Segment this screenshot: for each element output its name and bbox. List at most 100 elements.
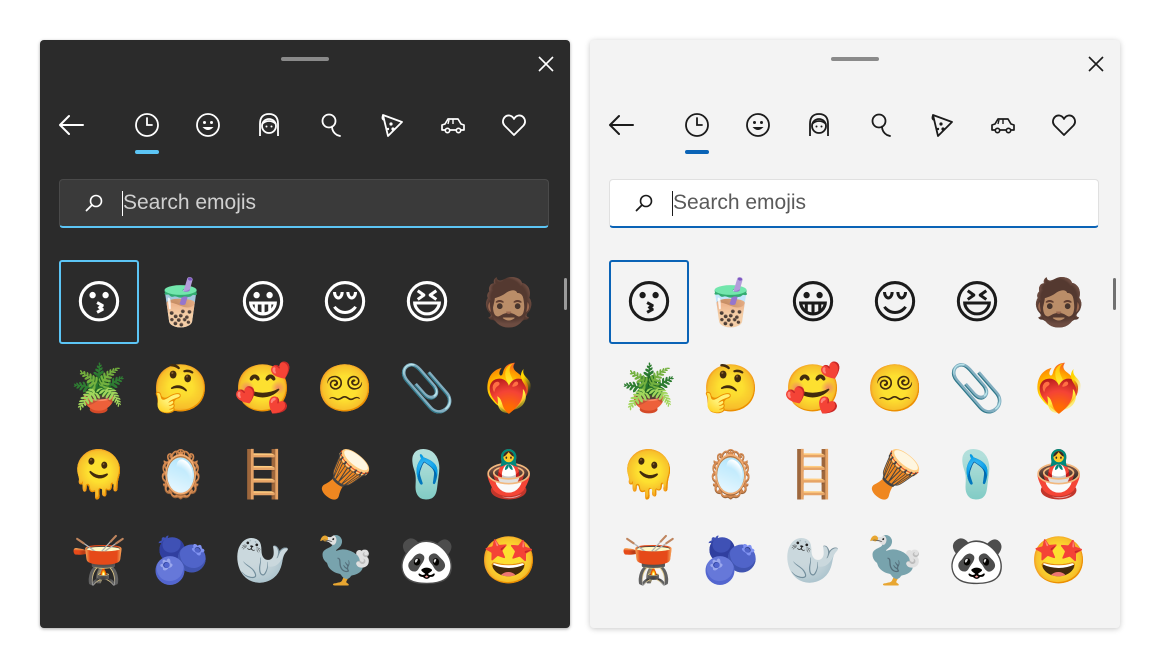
tab-food[interactable] (925, 108, 959, 142)
tab-activities[interactable] (864, 108, 898, 142)
back-button[interactable] (604, 108, 638, 142)
emoji-cell[interactable]: 🪜 (773, 432, 853, 516)
travel-car-icon (991, 118, 1015, 134)
emoji-cell[interactable]: 🦭 (773, 518, 853, 602)
emoji-cell[interactable]: 🪴 (609, 346, 689, 430)
tab-people[interactable] (802, 108, 836, 142)
emoji-cell[interactable]: 😵‍💫 (855, 346, 935, 430)
search-input[interactable] (673, 188, 1073, 218)
tab-people[interactable] (252, 108, 286, 142)
scrollbar-thumb[interactable] (564, 278, 567, 310)
drag-handle[interactable] (831, 57, 879, 61)
tab-travel[interactable] (436, 108, 470, 142)
emoji-cell[interactable]: 🪘 (855, 432, 935, 516)
emoji-cell[interactable]: 📎 (387, 346, 467, 430)
emoji-cell[interactable]: 😗 (59, 260, 139, 344)
back-button[interactable] (54, 108, 88, 142)
emoji-cell[interactable]: 😀 (223, 260, 303, 344)
search-icon (85, 194, 103, 212)
emoji-grid: 😗 🧋 😀 😌 😆 🧔🏽 🪴 🤔 🥰 😵‍💫 📎 ❤️‍🔥 🫠 🪞 🪜 🪘 🩴 … (59, 260, 549, 604)
food-icon (381, 114, 403, 137)
close-icon (1088, 56, 1104, 72)
search-icon (635, 194, 653, 212)
emoji-cell[interactable]: 🫕 (59, 518, 139, 602)
emoji-cell[interactable]: 🐼 (387, 518, 467, 602)
emoji-panel-dark: 😗 🧋 😀 😌 😆 🧔🏽 🪴 🤔 🥰 😵‍💫 📎 ❤️‍🔥 🫠 🪞 🪜 🪘 🩴 … (40, 40, 570, 628)
tab-recent[interactable] (680, 108, 714, 142)
emoji-cell[interactable]: 🧔🏽 (1019, 260, 1099, 344)
heart-symbols-icon (502, 114, 526, 136)
emoji-cell[interactable]: 🪆 (469, 432, 549, 516)
back-arrow-icon (59, 115, 84, 135)
drag-handle[interactable] (281, 57, 329, 61)
search-box[interactable] (59, 179, 549, 228)
emoji-cell[interactable]: 🤩 (469, 518, 549, 602)
emoji-cell[interactable]: 🥰 (773, 346, 853, 430)
emoji-cell[interactable]: 🩴 (937, 432, 1017, 516)
tab-food[interactable] (375, 108, 409, 142)
scrollbar-thumb[interactable] (1113, 278, 1116, 310)
selected-tab-indicator (135, 150, 159, 154)
emoji-cell[interactable]: 🦭 (223, 518, 303, 602)
activities-icon (321, 113, 341, 137)
emoji-cell[interactable]: 🪞 (141, 432, 221, 516)
emoji-cell[interactable]: 🫠 (59, 432, 139, 516)
emoji-panel-light: 😗 🧋 😀 😌 😆 🧔🏽 🪴 🤔 🥰 😵‍💫 📎 ❤️‍🔥 🫠 🪞 🪜 🪘 🩴 … (590, 40, 1120, 628)
emoji-cell[interactable]: 🧋 (691, 260, 771, 344)
tab-smileys[interactable] (741, 108, 775, 142)
heart-symbols-icon (1052, 114, 1076, 136)
emoji-cell[interactable]: 🤔 (691, 346, 771, 430)
emoji-cell[interactable]: ❤️‍🔥 (1019, 346, 1099, 430)
tab-recent[interactable] (130, 108, 164, 142)
emoji-cell[interactable]: 🦤 (305, 518, 385, 602)
emoji-cell[interactable]: 📎 (937, 346, 1017, 430)
smiley-icon (196, 113, 220, 137)
emoji-cell[interactable]: 😆 (937, 260, 1017, 344)
emoji-cell[interactable]: 😌 (305, 260, 385, 344)
emoji-cell[interactable]: 🩴 (387, 432, 467, 516)
close-button[interactable] (532, 50, 560, 78)
back-arrow-icon (609, 115, 634, 135)
close-button[interactable] (1082, 50, 1110, 78)
emoji-cell[interactable]: ❤️‍🔥 (469, 346, 549, 430)
recent-clock-icon (685, 113, 709, 137)
search-box[interactable] (609, 179, 1099, 228)
tab-travel[interactable] (986, 108, 1020, 142)
emoji-cell[interactable]: 🪘 (305, 432, 385, 516)
emoji-cell[interactable]: 😌 (855, 260, 935, 344)
food-icon (931, 114, 953, 137)
emoji-cell[interactable]: 🧋 (141, 260, 221, 344)
emoji-cell[interactable]: 🦤 (855, 518, 935, 602)
people-icon (809, 113, 829, 136)
emoji-cell[interactable]: 🫐 (691, 518, 771, 602)
emoji-cell[interactable]: 🥰 (223, 346, 303, 430)
activities-icon (871, 113, 891, 137)
emoji-cell[interactable]: 🐼 (937, 518, 1017, 602)
emoji-cell[interactable]: 🪜 (223, 432, 303, 516)
emoji-cell[interactable]: 😵‍💫 (305, 346, 385, 430)
tab-symbols[interactable] (497, 108, 531, 142)
emoji-cell[interactable]: 🪞 (691, 432, 771, 516)
close-icon (538, 56, 554, 72)
emoji-cell[interactable]: 😗 (609, 260, 689, 344)
tab-activities[interactable] (314, 108, 348, 142)
search-input[interactable] (123, 188, 523, 218)
emoji-cell[interactable]: 🫕 (609, 518, 689, 602)
people-icon (259, 113, 279, 136)
travel-car-icon (441, 118, 465, 134)
emoji-cell[interactable]: 😀 (773, 260, 853, 344)
tab-smileys[interactable] (191, 108, 225, 142)
emoji-cell[interactable]: 🫐 (141, 518, 221, 602)
emoji-cell[interactable]: 🫠 (609, 432, 689, 516)
emoji-cell[interactable]: 😆 (387, 260, 467, 344)
selected-tab-indicator (685, 150, 709, 154)
emoji-grid: 😗 🧋 😀 😌 😆 🧔🏽 🪴 🤔 🥰 😵‍💫 📎 ❤️‍🔥 🫠 🪞 🪜 🪘 🩴 … (609, 260, 1099, 604)
emoji-cell[interactable]: 🧔🏽 (469, 260, 549, 344)
emoji-cell[interactable]: 🤩 (1019, 518, 1099, 602)
tab-symbols[interactable] (1047, 108, 1081, 142)
recent-clock-icon (135, 113, 159, 137)
emoji-cell[interactable]: 🤔 (141, 346, 221, 430)
emoji-cell[interactable]: 🪆 (1019, 432, 1099, 516)
smiley-icon (746, 113, 770, 137)
emoji-cell[interactable]: 🪴 (59, 346, 139, 430)
